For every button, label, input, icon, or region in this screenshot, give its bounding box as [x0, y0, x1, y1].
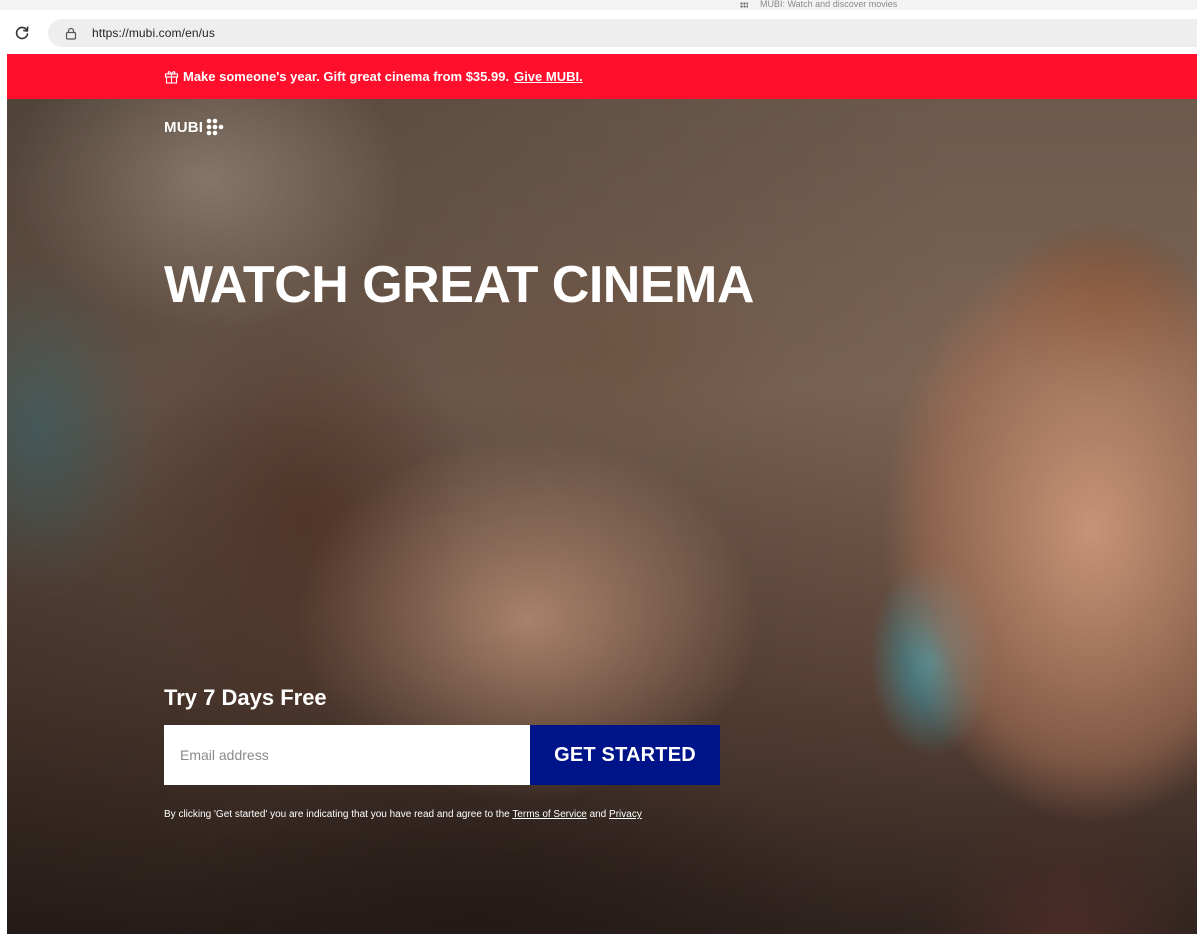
tab-title: MUBI: Watch and discover movies: [760, 0, 898, 9]
site-info-button[interactable]: [64, 26, 78, 40]
reload-button[interactable]: [12, 23, 32, 43]
hero-section: MUBI WATCH GREAT CINEMA Try 7 Days Free …: [7, 99, 1197, 934]
logo-text: MUBI: [164, 118, 204, 136]
tab-favicon-icon: [740, 2, 748, 8]
hero-headline: WATCH GREAT CINEMA: [164, 256, 754, 314]
email-input[interactable]: [164, 725, 530, 785]
site-info-icon: [65, 27, 77, 40]
mubi-dots-icon: [206, 118, 224, 136]
give-mubi-link[interactable]: Give MUBI.: [514, 69, 583, 84]
terms-of-service-link[interactable]: Terms of Service: [512, 809, 586, 820]
background-tab[interactable]: MUBI: Watch and discover movies: [740, 0, 897, 10]
get-started-button[interactable]: GET STARTED: [530, 725, 720, 785]
gift-icon: [164, 69, 179, 84]
legal-text: By clicking 'Get started' you are indica…: [164, 809, 510, 820]
mubi-logo[interactable]: MUBI: [164, 117, 228, 137]
legal-and: and: [589, 809, 607, 820]
trial-heading: Try 7 Days Free: [164, 685, 327, 710]
legal-notice: By clicking 'Get started' you are indica…: [164, 809, 642, 820]
address-bar[interactable]: https://mubi.com/en/us: [48, 19, 1197, 47]
tab-strip: MUBI: Watch and discover movies: [0, 0, 1197, 10]
signup-form: GET STARTED: [164, 725, 720, 785]
url-text[interactable]: https://mubi.com/en/us: [92, 26, 215, 40]
privacy-link[interactable]: Privacy: [609, 809, 642, 820]
promo-text: Make someone's year. Gift great cinema f…: [183, 69, 510, 84]
promo-banner: Make someone's year. Gift great cinema f…: [7, 54, 1197, 99]
reload-icon: [15, 26, 29, 40]
browser-toolbar: https://mubi.com/en/us: [0, 10, 1197, 54]
